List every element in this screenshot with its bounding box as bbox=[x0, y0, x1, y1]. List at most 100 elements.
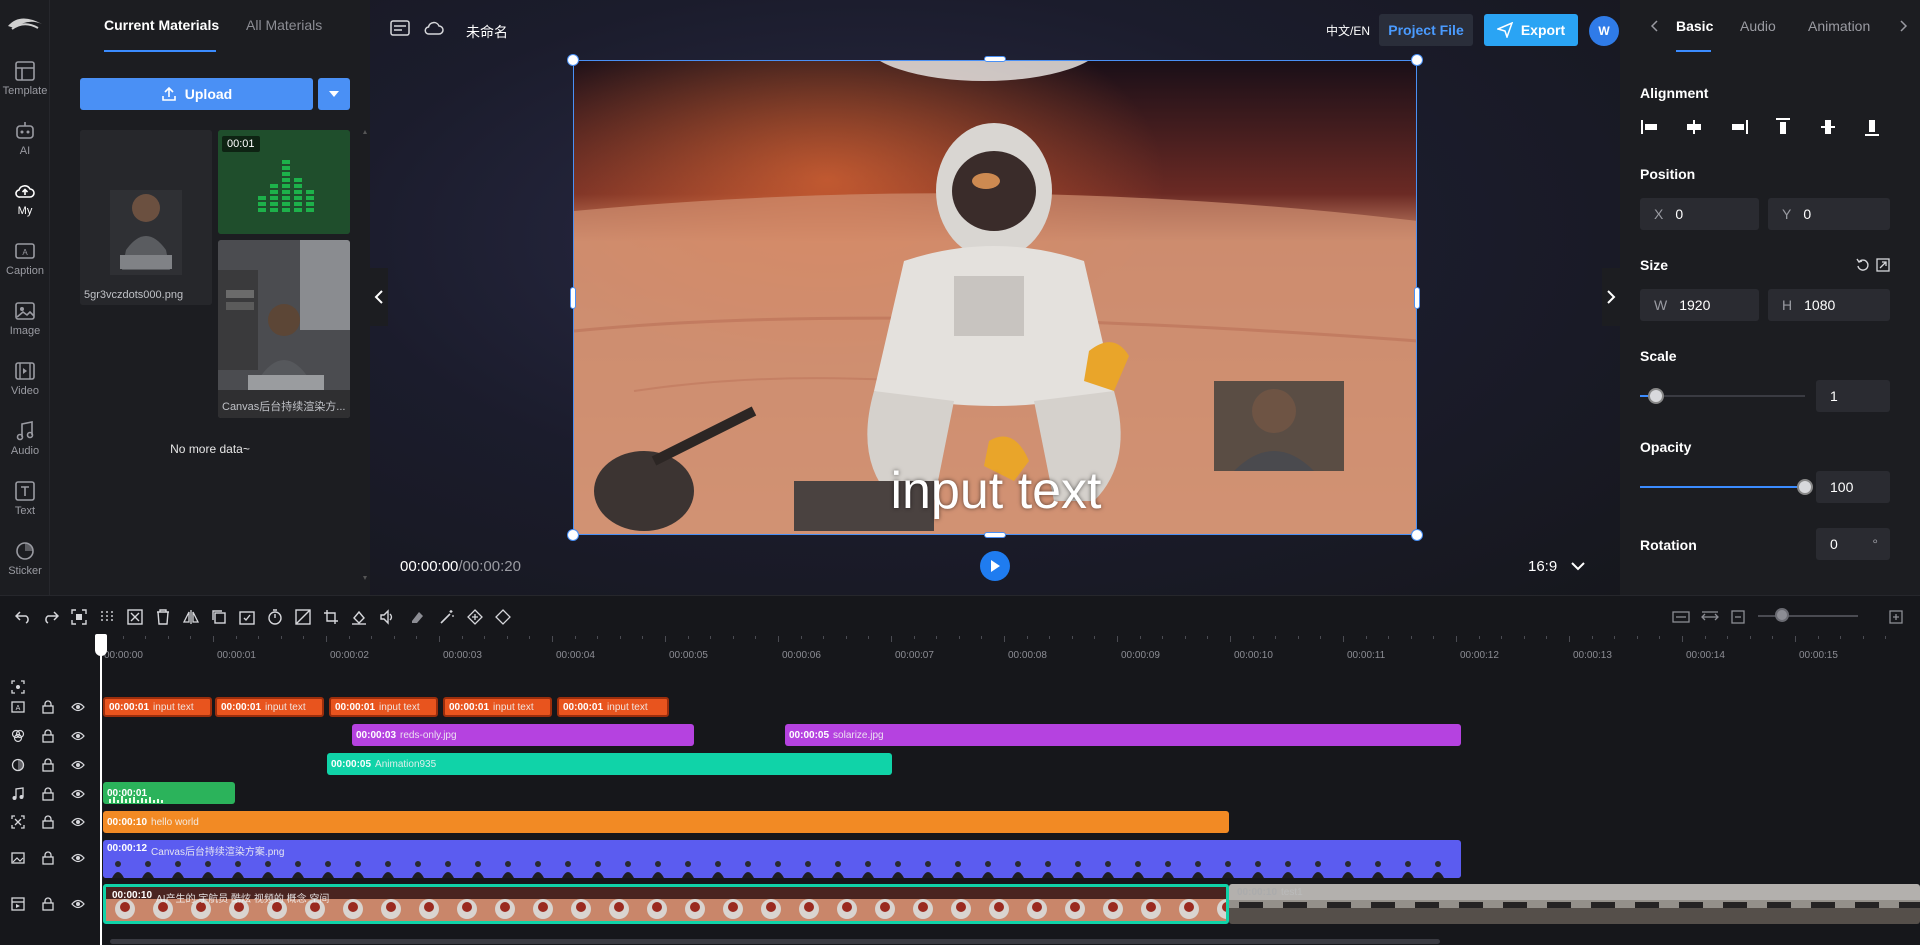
upload-button[interactable]: Upload bbox=[80, 78, 313, 110]
eye-icon[interactable] bbox=[70, 699, 86, 715]
rail-audio[interactable]: Audio bbox=[0, 420, 50, 476]
undo-icon[interactable] bbox=[14, 608, 32, 626]
position-y-field[interactable]: Y0 bbox=[1768, 198, 1890, 230]
add-keyframe-icon[interactable] bbox=[466, 608, 484, 626]
snap-icon[interactable] bbox=[1701, 608, 1719, 626]
timeline-horizontal-scrollbar[interactable] bbox=[110, 939, 1440, 944]
timer-icon[interactable] bbox=[266, 608, 284, 626]
video-clip[interactable]: 00:00:10 test1 bbox=[1229, 884, 1920, 924]
crop-icon[interactable] bbox=[322, 608, 340, 626]
avatar[interactable]: W bbox=[1589, 16, 1619, 46]
rotation-input[interactable]: 0 ° bbox=[1816, 528, 1890, 560]
material-item[interactable]: 00:01 bbox=[218, 130, 350, 234]
redo-icon[interactable] bbox=[42, 608, 60, 626]
tab-audio[interactable]: Audio bbox=[1740, 18, 1776, 34]
subtitle-icon[interactable] bbox=[390, 20, 410, 36]
upload-dropdown-button[interactable] bbox=[318, 78, 350, 110]
opacity-input[interactable]: 100 bbox=[1816, 471, 1890, 503]
opacity-slider-knob[interactable] bbox=[1797, 479, 1813, 495]
text-clip[interactable]: 00:00:01 input text bbox=[215, 697, 324, 717]
resize-handle-bl[interactable] bbox=[567, 529, 579, 541]
align-center-v-icon[interactable] bbox=[1818, 118, 1838, 136]
lock-icon[interactable] bbox=[40, 814, 56, 830]
aspect-ratio-select[interactable]: 16:9 bbox=[1528, 558, 1585, 575]
volume-icon[interactable] bbox=[378, 608, 396, 626]
zoom-fit-icon[interactable] bbox=[1672, 608, 1690, 626]
replace-icon[interactable] bbox=[238, 608, 256, 626]
text-clip[interactable]: 00:00:01 input text bbox=[103, 697, 212, 717]
text-clip[interactable]: 00:00:01 input text bbox=[557, 697, 669, 717]
tab-scroll-left-icon[interactable] bbox=[1650, 20, 1658, 32]
effect-clip[interactable]: 00:00:10 hello world bbox=[103, 811, 1229, 833]
resize-handle-tr[interactable] bbox=[1411, 54, 1423, 66]
materials-scrollbar[interactable] bbox=[363, 130, 367, 580]
scale-input[interactable]: 1 bbox=[1816, 380, 1890, 412]
material-item[interactable]: Canvas后台持续渲染方... bbox=[218, 240, 350, 418]
video-clip[interactable]: 00:00:10 AI产生的 宇航员 酷炫 视频的 概念 空间 bbox=[103, 884, 1229, 924]
collapse-right-panel[interactable] bbox=[1602, 268, 1620, 326]
tab-scroll-right-icon[interactable] bbox=[1900, 20, 1908, 32]
preview-canvas[interactable]: input text bbox=[573, 60, 1417, 535]
capture-icon[interactable] bbox=[70, 608, 88, 626]
time-ruler[interactable]: 00:00:00 00:00:01 00:00:02 00:00:03 00:00:04… bbox=[100, 636, 1920, 666]
align-center-h-icon[interactable] bbox=[1684, 118, 1704, 136]
lock-icon[interactable] bbox=[40, 757, 56, 773]
rail-template[interactable]: Template bbox=[0, 60, 50, 116]
zoom-slider-knob[interactable] bbox=[1775, 608, 1789, 622]
rail-ai[interactable]: AI bbox=[0, 120, 50, 176]
resize-handle-right[interactable] bbox=[1414, 287, 1420, 309]
keyframe-icon[interactable] bbox=[494, 608, 512, 626]
tab-current-materials[interactable]: Current Materials bbox=[104, 17, 219, 33]
lock-icon[interactable] bbox=[40, 786, 56, 802]
rail-text[interactable]: Text bbox=[0, 480, 50, 536]
project-name[interactable]: 未命名 bbox=[466, 22, 508, 42]
scale-slider-knob[interactable] bbox=[1648, 388, 1664, 404]
eye-icon[interactable] bbox=[70, 814, 86, 830]
align-left-icon[interactable] bbox=[1640, 118, 1660, 136]
align-bottom-icon[interactable] bbox=[1862, 118, 1882, 136]
eye-icon[interactable] bbox=[70, 896, 86, 912]
image-clip[interactable]: 00:00:12 Canvas后台持续渲染方案.png bbox=[103, 840, 1461, 878]
delete-icon[interactable] bbox=[154, 608, 172, 626]
project-file-button[interactable]: Project File bbox=[1379, 14, 1473, 46]
playhead-handle[interactable] bbox=[95, 634, 107, 656]
tab-animation[interactable]: Animation bbox=[1808, 18, 1870, 34]
mirror-icon[interactable] bbox=[182, 608, 200, 626]
resize-handle-tl[interactable] bbox=[567, 54, 579, 66]
rail-caption[interactable]: A Caption bbox=[0, 240, 50, 296]
tab-all-materials[interactable]: All Materials bbox=[246, 17, 322, 33]
tab-basic[interactable]: Basic bbox=[1676, 18, 1713, 34]
material-item[interactable]: 5gr3vczdots000.png bbox=[80, 130, 212, 305]
eye-icon[interactable] bbox=[70, 757, 86, 773]
filter-clip[interactable]: 00:00:03 reds-only.jpg bbox=[352, 724, 694, 746]
align-top-icon[interactable] bbox=[1773, 118, 1793, 136]
zoom-in-icon[interactable] bbox=[1887, 608, 1905, 626]
eye-icon[interactable] bbox=[70, 850, 86, 866]
split-icon[interactable] bbox=[98, 608, 116, 626]
text-clip[interactable]: 00:00:01 input text bbox=[443, 697, 552, 717]
eye-icon[interactable] bbox=[70, 786, 86, 802]
rail-sticker[interactable]: Sticker bbox=[0, 540, 50, 596]
zoom-out-icon[interactable] bbox=[1729, 608, 1747, 626]
copy-icon[interactable] bbox=[210, 608, 228, 626]
lock-icon[interactable] bbox=[40, 699, 56, 715]
language-switch[interactable]: 中文/EN bbox=[1326, 22, 1370, 39]
resize-handle-left[interactable] bbox=[570, 287, 576, 309]
reset-icon[interactable] bbox=[1856, 258, 1870, 272]
resize-handle-br[interactable] bbox=[1411, 529, 1423, 541]
canvas-overlay-text[interactable]: input text bbox=[574, 461, 1416, 521]
lock-icon[interactable] bbox=[40, 896, 56, 912]
eye-icon[interactable] bbox=[70, 728, 86, 744]
audio-clip[interactable]: 00:00:01 bbox=[103, 782, 235, 804]
resize-handle-top[interactable] bbox=[984, 56, 1006, 62]
size-h-field[interactable]: H 1080 bbox=[1768, 289, 1890, 321]
scale-slider-track[interactable] bbox=[1640, 395, 1805, 397]
lock-icon[interactable] bbox=[40, 850, 56, 866]
text-clip[interactable]: 00:00:01 input text bbox=[329, 697, 438, 717]
freeze-icon[interactable] bbox=[126, 608, 144, 626]
playhead[interactable] bbox=[100, 636, 102, 945]
eraser-icon[interactable] bbox=[408, 608, 426, 626]
mask-icon[interactable] bbox=[294, 608, 312, 626]
rail-my[interactable]: My bbox=[0, 180, 50, 236]
resize-handle-bottom[interactable] bbox=[984, 532, 1006, 538]
